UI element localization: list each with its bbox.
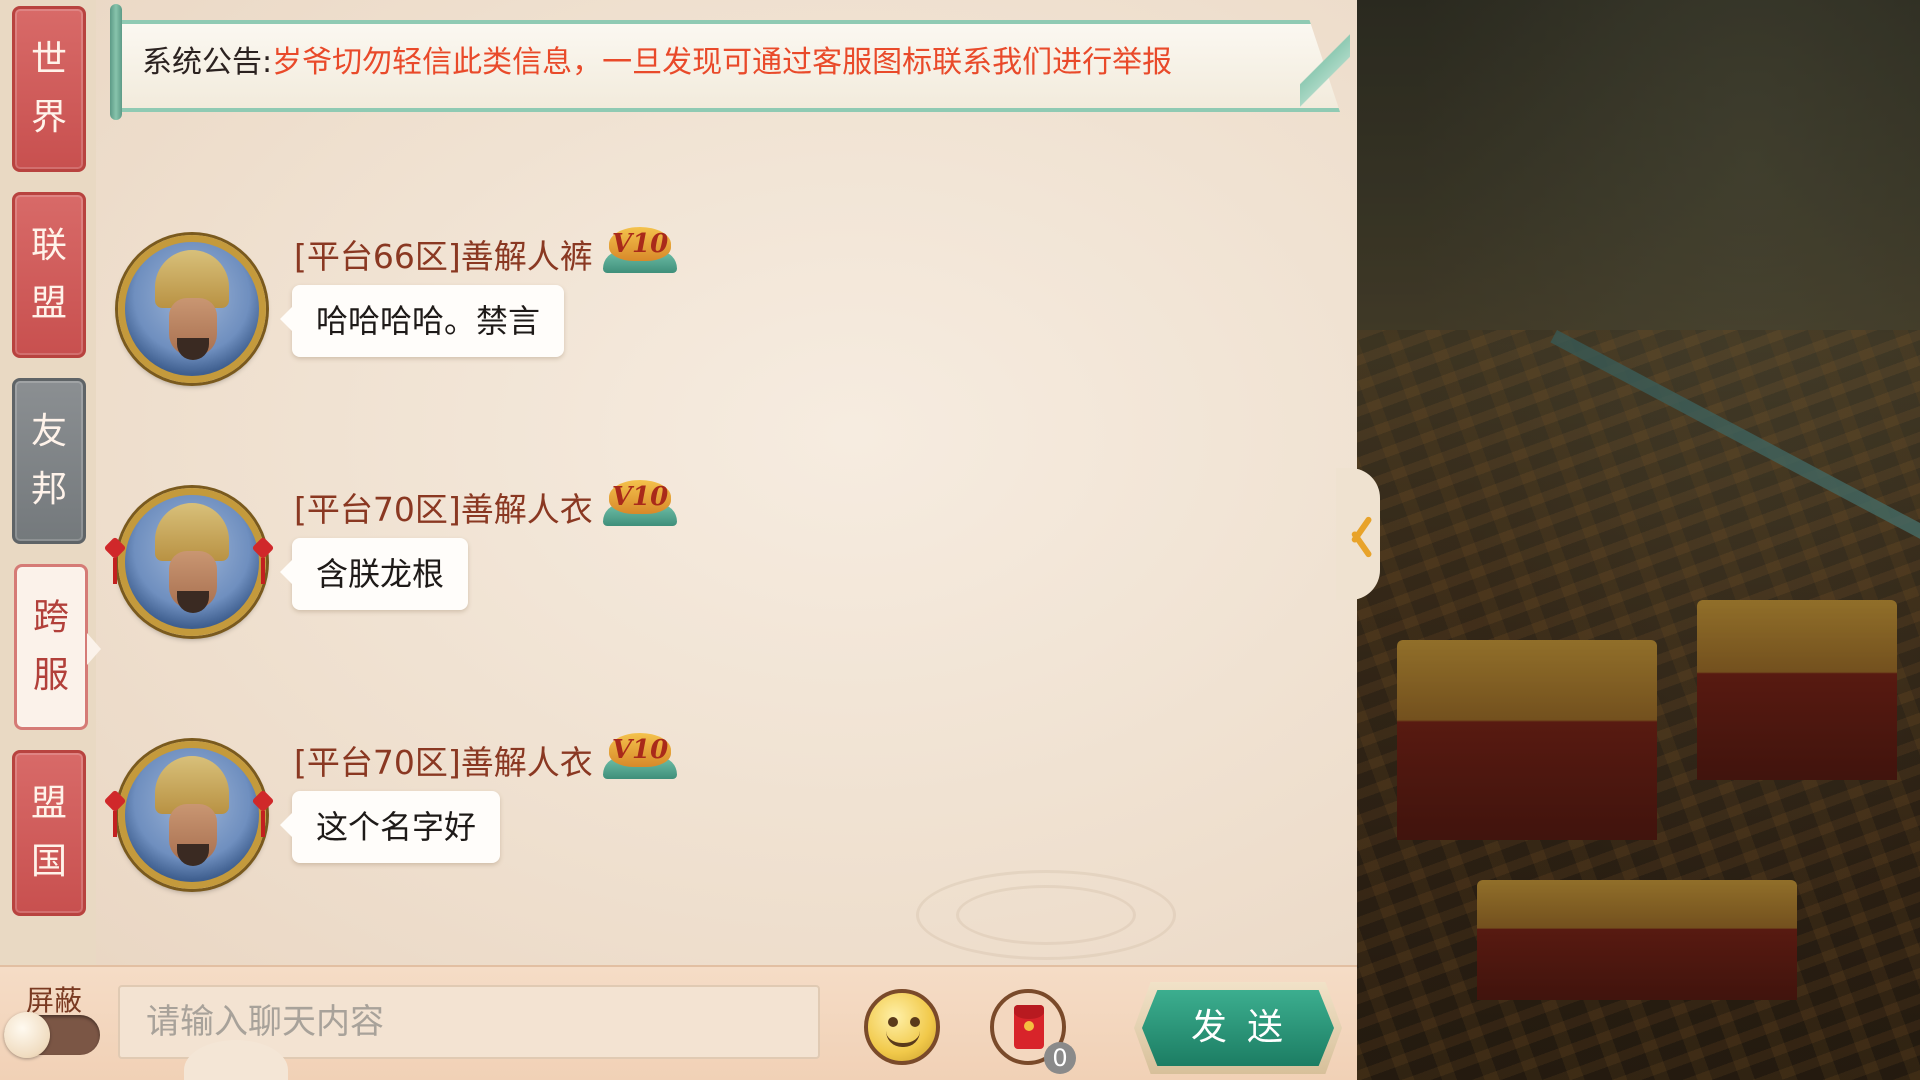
tab-allied-nations[interactable]: 盟 国: [12, 750, 86, 916]
chinese-knot-icon: [104, 540, 126, 584]
sender-name[interactable]: [平台66区]善解人裤: [294, 235, 593, 279]
chinese-knot-icon: [104, 793, 126, 837]
message-bubble[interactable]: 哈哈哈哈。禁言: [279, 285, 565, 357]
toggle-knob: [4, 1012, 50, 1058]
avatar[interactable]: [118, 741, 266, 889]
avatar[interactable]: [118, 235, 266, 383]
tab-cross-server[interactable]: 跨 服: [14, 564, 101, 730]
tab-label-char: 国: [30, 841, 67, 882]
smiley-icon: [888, 1017, 898, 1027]
chinese-knot-icon: [252, 793, 274, 837]
red-packet-count-badge: 0: [1044, 1042, 1076, 1074]
red-envelope-icon: [1014, 1005, 1044, 1049]
tab-friendly-nations[interactable]: 友 邦: [12, 378, 86, 544]
sender-name[interactable]: [平台70区]善解人衣: [294, 488, 593, 532]
system-announcement: 系统公告:岁爷切勿轻信此类信息，一旦发现可通过客服图标联系我们进行举报: [110, 4, 1350, 120]
tab-label-char: 邦: [30, 469, 67, 510]
collapse-panel-button[interactable]: [1336, 468, 1380, 600]
emoji-button[interactable]: [864, 989, 940, 1065]
send-button[interactable]: 发送: [1142, 990, 1334, 1066]
tab-label-char: 跨: [32, 597, 69, 638]
tab-label-char: 世: [30, 39, 67, 80]
tab-label-char: 友: [30, 411, 67, 452]
chevron-left-icon: [1342, 510, 1376, 558]
vip-badge-icon: V10: [599, 731, 681, 783]
channel-tabs: 世 界 联 盟 友 邦 跨 服 盟 国: [0, 0, 101, 965]
chinese-knot-icon: [252, 540, 274, 584]
chat-message: [平台70区]善解人衣 V10 含朕龙根: [110, 480, 810, 638]
tab-label-char: 盟: [30, 283, 67, 324]
tab-world[interactable]: 世 界: [12, 6, 86, 172]
shield-toggle[interactable]: [4, 1012, 100, 1058]
vip-badge-icon: V10: [599, 478, 681, 530]
announcement-message: 岁爷切勿轻信此类信息，一旦发现可通过客服图标联系我们进行举报: [272, 45, 1173, 80]
tab-alliance[interactable]: 联 盟: [12, 192, 86, 358]
chat-panel: 世 界 联 盟 友 邦 跨 服 盟 国 系统公告:岁爷切勿轻信此类信息，一旦发现…: [0, 0, 1357, 1080]
announcement-label: 系统公告:: [142, 45, 273, 80]
vip-level: V10: [609, 733, 671, 767]
smiley-icon-eye: [910, 1017, 920, 1027]
chat-message: [平台66区]善解人裤 V10 哈哈哈哈。禁言: [110, 227, 810, 385]
vip-level: V10: [609, 227, 671, 261]
smiley-icon-mouth: [886, 1031, 920, 1047]
avatar[interactable]: [118, 488, 266, 636]
message-bubble[interactable]: 这个名字好: [279, 791, 501, 863]
vip-level: V10: [609, 480, 671, 514]
background-scenery: [1357, 0, 1920, 1080]
sender-name[interactable]: [平台70区]善解人衣: [294, 741, 593, 785]
tab-label-char: 联: [30, 225, 67, 266]
message-bubble[interactable]: 含朕龙根: [279, 538, 469, 610]
tab-label-char: 界: [30, 97, 67, 138]
chat-message: [平台70区]善解人衣 V10 这个名字好: [110, 733, 810, 891]
vip-badge-icon: V10: [599, 225, 681, 277]
tab-label-char: 盟: [30, 783, 67, 824]
tab-label-char: 服: [32, 655, 69, 696]
